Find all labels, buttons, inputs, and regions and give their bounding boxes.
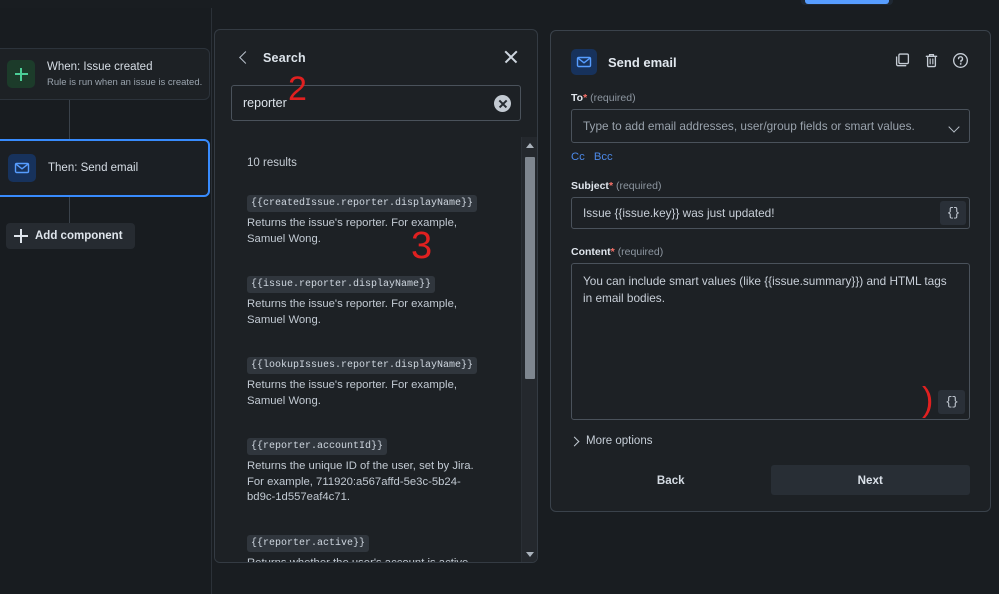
rule-builder-column: When: Issue created Rule is run when an … <box>0 8 212 594</box>
more-options-toggle[interactable]: More options <box>571 435 970 447</box>
results-scrollbar[interactable] <box>521 137 537 562</box>
required-star: * <box>611 246 615 258</box>
send-email-config-panel: Send email <box>550 30 991 512</box>
search-input[interactable] <box>232 86 520 120</box>
subject-value: Issue {{issue.key}} was just updated! <box>583 206 775 220</box>
rule-trigger-subtitle: Rule is run when an issue is created. <box>47 76 195 89</box>
panel-button-row: Back Next <box>571 465 970 495</box>
list-item[interactable]: {{reporter.accountId}} Returns the uniqu… <box>247 435 507 506</box>
search-panel-header: Search <box>215 30 537 85</box>
rule-trigger-text: When: Issue created Rule is run when an … <box>47 60 195 89</box>
rule-card-trigger[interactable]: When: Issue created Rule is run when an … <box>0 48 210 100</box>
clear-circle-icon[interactable] <box>494 95 511 112</box>
next-button[interactable]: Next <box>771 465 971 495</box>
result-description: Returns the issue's reporter. For exampl… <box>247 216 479 247</box>
rule-connector-line <box>69 197 70 224</box>
header-actions <box>893 51 970 70</box>
subject-input[interactable]: Issue {{issue.key}} was just updated! {} <box>571 197 970 229</box>
more-options-label: More options <box>586 435 652 447</box>
envelope-icon <box>8 154 36 182</box>
trash-icon[interactable] <box>922 51 941 70</box>
required-note: (required) <box>616 180 662 192</box>
envelope-icon <box>571 49 597 75</box>
cc-link[interactable]: Cc <box>571 151 585 163</box>
list-item[interactable]: {{reporter.active}} Returns whether the … <box>247 532 507 563</box>
add-component-label: Add component <box>35 230 123 242</box>
close-icon[interactable] <box>503 49 519 65</box>
content-value: You can include smart values (like {{iss… <box>583 273 958 307</box>
list-item[interactable]: {{lookupIssues.reporter.displayName}} Re… <box>247 354 507 409</box>
rule-trigger-title: When: Issue created <box>47 60 195 75</box>
smart-values-search-panel: Search 10 results {{createdIssue.reporte… <box>214 29 538 563</box>
content-textarea[interactable]: You can include smart values (like {{iss… <box>571 263 970 420</box>
help-icon[interactable] <box>951 51 970 70</box>
back-button[interactable]: Back <box>571 465 771 495</box>
send-email-header: Send email <box>571 49 970 75</box>
search-box[interactable] <box>231 85 521 121</box>
result-description: Returns the unique ID of the user, set b… <box>247 459 479 506</box>
content-field-label: Content* (required) <box>571 246 970 258</box>
result-smart-value: {{lookupIssues.reporter.displayName}} <box>247 357 477 374</box>
list-item[interactable]: {{createdIssue.reporter.displayName}} Re… <box>247 192 507 247</box>
duplicate-icon[interactable] <box>893 51 912 70</box>
top-primary-button-partial[interactable] <box>805 0 889 4</box>
cc-bcc-links: Cc Bcc <box>571 151 970 163</box>
search-panel-title: Search <box>263 51 306 65</box>
rule-action-text: Then: Send email <box>48 161 138 176</box>
required-note: (required) <box>618 246 664 258</box>
result-smart-value: {{createdIssue.reporter.displayName}} <box>247 195 477 212</box>
content-label-text: Content <box>571 246 611 258</box>
required-star: * <box>609 180 613 192</box>
plus-icon <box>14 229 28 243</box>
chevron-left-icon[interactable] <box>237 52 249 64</box>
plus-icon <box>7 60 35 88</box>
result-description: Returns the issue's reporter. For exampl… <box>247 297 479 328</box>
app-root: When: Issue created Rule is run when an … <box>0 0 999 594</box>
search-results-area: 10 results {{createdIssue.reporter.displ… <box>215 137 537 562</box>
subject-field-label: Subject* (required) <box>571 180 970 192</box>
bcc-link[interactable]: Bcc <box>594 151 613 163</box>
result-smart-value: {{issue.reporter.displayName}} <box>247 276 435 293</box>
result-description: Returns whether the user's account is ac… <box>247 556 479 563</box>
rule-card-action-send-email[interactable]: Then: Send email <box>0 139 210 197</box>
search-box-wrapper <box>215 85 537 137</box>
page-title: Send email <box>608 55 677 70</box>
list-item[interactable]: {{issue.reporter.displayName}} Returns t… <box>247 273 507 328</box>
search-results-list: 10 results {{createdIssue.reporter.displ… <box>215 137 521 562</box>
scroll-up-arrow-icon[interactable] <box>522 137 537 153</box>
chevron-right-icon <box>570 436 580 446</box>
chevron-down-icon[interactable] <box>948 121 959 132</box>
to-placeholder: Type to add email addresses, user/group … <box>583 119 915 133</box>
required-note: (required) <box>590 92 636 104</box>
to-label-text: To <box>571 92 583 104</box>
rule-action-title: Then: Send email <box>48 161 138 176</box>
to-field-label: To* (required) <box>571 92 970 104</box>
result-smart-value: {{reporter.accountId}} <box>247 438 387 455</box>
result-smart-value: {{reporter.active}} <box>247 535 369 552</box>
scroll-down-arrow-icon[interactable] <box>522 546 537 562</box>
add-component-button[interactable]: Add component <box>6 223 135 249</box>
scrollbar-thumb[interactable] <box>525 157 535 379</box>
subject-label-text: Subject <box>571 180 609 192</box>
subject-smart-value-button[interactable]: {} <box>940 201 966 225</box>
rule-connector-line <box>69 100 70 139</box>
results-count: 10 results <box>247 157 507 169</box>
to-input[interactable]: Type to add email addresses, user/group … <box>571 109 970 143</box>
content-smart-value-button[interactable]: {} <box>938 390 965 414</box>
required-star: * <box>583 92 587 104</box>
result-description: Returns the issue's reporter. For exampl… <box>247 378 479 409</box>
